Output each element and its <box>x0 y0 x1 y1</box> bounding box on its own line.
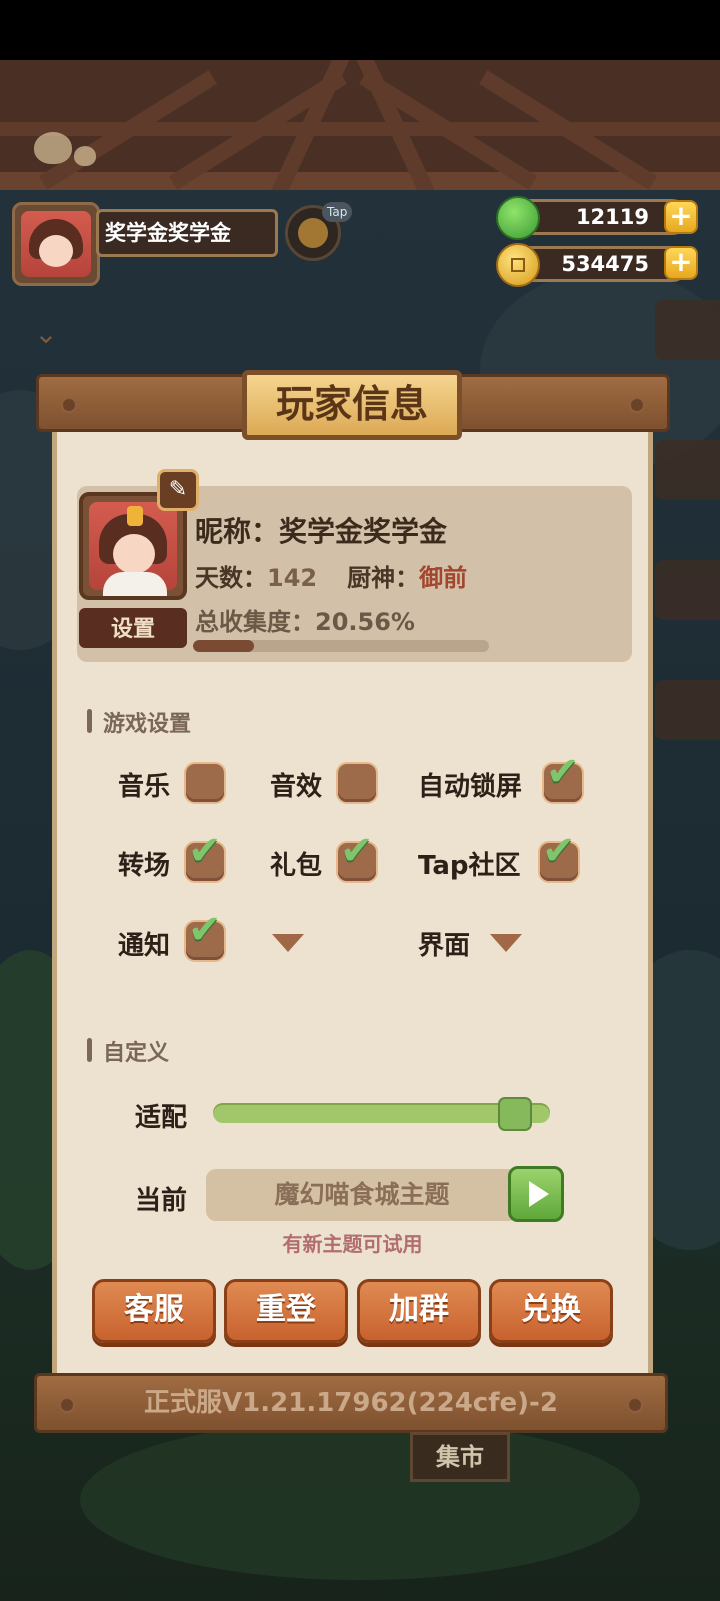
add-jade-button[interactable]: + <box>664 200 698 234</box>
avatar-face <box>39 235 73 267</box>
status-bar <box>0 0 720 60</box>
side-tab[interactable] <box>655 300 720 360</box>
panel-title: 玩家信息 <box>242 370 462 440</box>
days-label: 天数： <box>195 564 267 592</box>
scene-shape <box>80 1420 640 1580</box>
sfx-checkbox[interactable]: ✔ <box>338 764 376 802</box>
game-screen: 奖学金奖学金 Tap 12119 + 534475 + ⌄ 玩家信息 设置 ✎ … <box>0 0 720 1601</box>
nickname-line: 昵称：奖学金奖学金 <box>195 510 447 550</box>
new-theme-hint: 有新主题可试用 <box>282 1232 423 1256</box>
chevron-down-icon[interactable]: ⌄ <box>28 320 64 348</box>
dropdown-arrow-icon[interactable] <box>272 934 304 952</box>
gift-checkbox[interactable]: ✔ <box>338 829 376 881</box>
option-autolock-label: 自动锁屏 <box>418 772 523 802</box>
avatar-face <box>113 534 155 574</box>
avatar-crown <box>127 506 143 526</box>
avatar-image <box>89 502 177 596</box>
coin-icon <box>496 243 540 287</box>
jade-icon <box>496 196 540 240</box>
side-tab[interactable] <box>655 560 720 620</box>
avatar-body <box>103 572 167 596</box>
check-icon: ✔ <box>188 907 222 953</box>
current-theme-label: 当前 <box>135 1186 188 1216</box>
tap-community-checkbox[interactable]: ✔ <box>540 829 578 881</box>
tap-icon <box>298 218 328 248</box>
side-tab[interactable] <box>655 680 720 740</box>
relogin-button[interactable]: 重登 <box>224 1279 348 1343</box>
option-notify-label: 通知 <box>118 931 171 961</box>
play-theme-button[interactable] <box>508 1166 564 1222</box>
ui-dropdown-arrow-icon[interactable] <box>490 934 522 952</box>
chef-value: 御前 <box>419 564 468 592</box>
option-ui-label: 界面 <box>418 931 471 961</box>
option-tap-community-label: Tap社区 <box>418 851 521 881</box>
option-music-label: 音乐 <box>118 772 171 802</box>
market-sign[interactable]: 集市 <box>410 1432 510 1482</box>
adapt-slider-handle[interactable] <box>497 1097 532 1131</box>
customer-service-button[interactable]: 客服 <box>92 1279 216 1343</box>
player-avatar[interactable] <box>12 202 100 286</box>
version-text: 正式服V1.21.17962(224cfe)-2 <box>144 1388 558 1418</box>
nail-icon <box>629 397 645 413</box>
check-icon: ✔ <box>340 828 374 874</box>
join-group-button[interactable]: 加群 <box>357 1279 481 1343</box>
check-icon: ✔ <box>188 828 222 874</box>
edit-icon[interactable]: ✎ <box>157 469 199 511</box>
nickname-label: 昵称： <box>195 515 280 548</box>
player-name: 奖学金奖学金 <box>96 209 278 257</box>
avatar-settings-button[interactable]: 设置 <box>79 608 187 648</box>
chick-decoration <box>34 132 72 164</box>
chick-decoration <box>74 146 96 166</box>
nail-icon <box>61 397 77 413</box>
option-sfx-label: 音效 <box>270 772 323 802</box>
notify-checkbox[interactable]: ✔ <box>186 908 224 960</box>
current-theme-field[interactable]: 魔幻喵食城主题 <box>206 1169 518 1221</box>
nickname-value: 奖学金奖学金 <box>279 515 448 548</box>
check-icon: ✔ <box>546 749 580 795</box>
transition-checkbox[interactable]: ✔ <box>186 829 224 881</box>
side-tab[interactable] <box>655 440 720 500</box>
collection-line: 总收集度：20.56% <box>195 602 415 637</box>
adapt-label: 适配 <box>135 1103 188 1133</box>
game-settings-title: 游戏设置 <box>87 706 191 738</box>
days-line: 天数：142 厨神：御前 <box>195 558 467 593</box>
chef-label: 厨神： <box>347 564 420 592</box>
check-icon: ✔ <box>542 828 576 874</box>
avatar-image <box>21 211 91 277</box>
autolock-checkbox[interactable]: ✔ <box>544 750 582 802</box>
add-coin-button[interactable]: + <box>664 246 698 280</box>
option-transition-label: 转场 <box>118 851 171 881</box>
wooden-roof <box>0 60 720 190</box>
custom-section-title: 自定义 <box>87 1035 169 1067</box>
redeem-button[interactable]: 兑换 <box>489 1279 613 1343</box>
collection-value: 20.56% <box>315 608 415 636</box>
collection-progress <box>193 640 489 652</box>
collection-label: 总收集度： <box>195 608 315 636</box>
days-value: 142 <box>267 564 318 592</box>
music-checkbox[interactable]: ✔ <box>186 764 224 802</box>
option-gift-label: 礼包 <box>270 851 323 881</box>
collection-progress-fill <box>193 640 254 652</box>
tap-badge: Tap <box>322 202 353 222</box>
roof-beam <box>0 172 720 190</box>
